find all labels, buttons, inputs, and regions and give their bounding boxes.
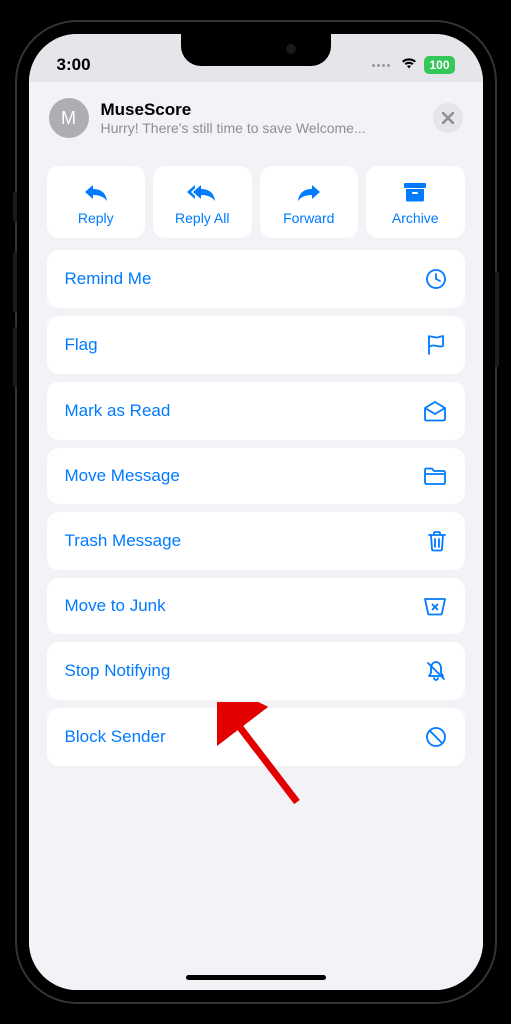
- mark-read-item[interactable]: Mark as Read: [47, 382, 465, 440]
- trash-message-item[interactable]: Trash Message: [47, 512, 465, 570]
- bell-slash-icon: [425, 660, 447, 682]
- block-icon: [425, 726, 447, 748]
- status-time: 3:00: [57, 55, 91, 75]
- trash-message-label: Trash Message: [65, 531, 182, 551]
- archive-label: Archive: [392, 210, 439, 226]
- flag-item[interactable]: Flag: [47, 316, 465, 374]
- trash-icon: [427, 530, 447, 552]
- wifi-icon: [400, 56, 418, 75]
- move-message-item[interactable]: Move Message: [47, 448, 465, 504]
- battery-indicator: 100: [424, 56, 454, 74]
- clock-icon: [425, 268, 447, 290]
- folder-icon: [423, 466, 447, 486]
- reply-all-button[interactable]: Reply All: [153, 166, 252, 238]
- stop-notifying-label: Stop Notifying: [65, 661, 171, 681]
- sender-avatar: M: [49, 98, 89, 138]
- forward-button[interactable]: Forward: [260, 166, 359, 238]
- sender-name: MuseScore: [101, 100, 421, 120]
- forward-icon: [296, 180, 322, 204]
- forward-label: Forward: [283, 210, 334, 226]
- reply-icon: [83, 180, 109, 204]
- block-sender-item[interactable]: Block Sender: [47, 708, 465, 766]
- pagination-dots-icon: [372, 64, 390, 67]
- mark-read-label: Mark as Read: [65, 401, 171, 421]
- junk-bin-icon: [423, 596, 447, 616]
- move-junk-label: Move to Junk: [65, 596, 166, 616]
- home-indicator[interactable]: [186, 975, 326, 980]
- stop-notifying-item[interactable]: Stop Notifying: [47, 642, 465, 700]
- flag-icon: [425, 334, 447, 356]
- reply-all-label: Reply All: [175, 210, 229, 226]
- close-button[interactable]: [433, 103, 463, 133]
- remind-me-label: Remind Me: [65, 269, 152, 289]
- move-junk-item[interactable]: Move to Junk: [47, 578, 465, 634]
- email-preview: Hurry! There's still time to save Welcom…: [101, 120, 421, 136]
- envelope-open-icon: [423, 400, 447, 422]
- reply-button[interactable]: Reply: [47, 166, 146, 238]
- archive-icon: [403, 180, 427, 204]
- email-header: M MuseScore Hurry! There's still time to…: [29, 82, 483, 146]
- move-message-label: Move Message: [65, 466, 180, 486]
- block-sender-label: Block Sender: [65, 727, 166, 747]
- remind-me-item[interactable]: Remind Me: [47, 250, 465, 308]
- reply-label: Reply: [78, 210, 114, 226]
- device-notch: [181, 34, 331, 66]
- archive-button[interactable]: Archive: [366, 166, 465, 238]
- flag-label: Flag: [65, 335, 98, 355]
- reply-all-icon: [187, 180, 217, 204]
